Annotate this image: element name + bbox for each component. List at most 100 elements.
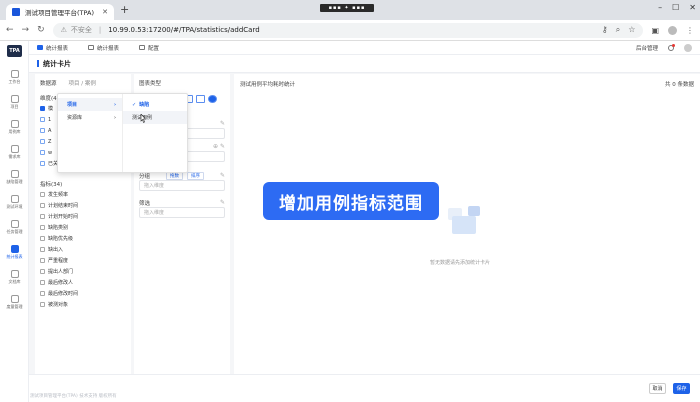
- overlay-caption: 增加用例指标范围: [263, 182, 439, 220]
- workbench-icon: [10, 69, 19, 78]
- field-icon: [40, 161, 45, 166]
- user-avatar[interactable]: [684, 43, 692, 52]
- tab-title: 测试项目管理平台(TPA): [25, 9, 94, 17]
- window-controls: – ☐ ✕: [658, 3, 696, 12]
- cascader-option-project[interactable]: 项目 ›: [58, 98, 122, 111]
- check-icon: ✓: [132, 102, 137, 108]
- preview-panel: 测试用例平均耗时统计 共 0 条数据 暂无数据请先添加统计卡片: [234, 74, 700, 388]
- field-icon: [40, 192, 45, 197]
- add-icon[interactable]: ⊕ ✎: [213, 143, 225, 150]
- sidebar-item-statistics[interactable]: 统计报表: [0, 240, 29, 264]
- edit-icon[interactable]: ✎: [220, 199, 225, 206]
- sidebar-item-environment[interactable]: 测试环境: [0, 190, 29, 214]
- sidebar-item-cases[interactable]: 用例库: [0, 115, 29, 139]
- metric-item[interactable]: 计划结束时间: [40, 200, 126, 211]
- app-topbar: 统计报表 统计报表 配置 后台管理: [29, 41, 700, 55]
- cascader-option-resource[interactable]: 资源库 ›: [58, 111, 122, 124]
- key-icon[interactable]: ⚷: [602, 25, 608, 35]
- metric-item[interactable]: 缺出入: [40, 244, 126, 255]
- field-icon: [40, 280, 45, 285]
- docs-icon: [10, 269, 19, 278]
- filter-drop-zone[interactable]: 拖入维度: [139, 207, 225, 218]
- url-separator: |: [98, 26, 102, 34]
- sidebar-item-project[interactable]: 项目: [0, 90, 29, 114]
- metric-item[interactable]: 缺陷优先级: [40, 233, 126, 244]
- zoom-icon[interactable]: ⌕: [616, 25, 620, 35]
- sidebar-item-requirements[interactable]: 需求库: [0, 140, 29, 164]
- insecure-icon: ⚠: [60, 26, 67, 34]
- datasource-cascader: 项目› 资源库› ✓缺陷 测试用例: [57, 93, 188, 173]
- cancel-button[interactable]: 取消: [649, 383, 666, 394]
- field-icon: [40, 302, 45, 307]
- filter-row: 筛选 ✎: [139, 199, 225, 207]
- metric-item[interactable]: 计划开始时间: [40, 211, 126, 222]
- top-tab-statistics-2[interactable]: 统计报表: [88, 44, 119, 52]
- reload-icon[interactable]: ↻: [37, 25, 45, 35]
- bell-icon[interactable]: [668, 43, 675, 51]
- metric-item[interactable]: 发生频率: [40, 189, 126, 200]
- media-control-bar[interactable]: ▪▪▪ ✦ ▪▪▪: [320, 4, 374, 12]
- field-icon: [40, 106, 45, 111]
- admin-link[interactable]: 后台管理: [636, 44, 658, 52]
- metric-item[interactable]: 缺陷类别: [40, 222, 126, 233]
- requirements-icon: [10, 144, 19, 153]
- chevron-right-icon: ›: [113, 101, 116, 108]
- field-icon: [40, 139, 45, 144]
- field-icon: [40, 214, 45, 219]
- cases-icon: [10, 119, 19, 128]
- sidebar-item-metrics[interactable]: 度量管理: [0, 290, 29, 314]
- app-sidebar: TPA 工作台 项目 用例库 需求库 缺陷管理 测试环境 任务管理 统计报表 文…: [0, 41, 29, 402]
- url-input[interactable]: ⚠ 不安全 | 10.99.0.53:17200/#/TPA/statistic…: [52, 22, 644, 38]
- top-tab-statistics[interactable]: 统计报表: [37, 44, 68, 52]
- datasource-select[interactable]: 项目 / 案例: [69, 79, 96, 87]
- metric-item[interactable]: 严重程度: [40, 255, 126, 266]
- field-icon: [40, 225, 45, 230]
- close-tab-icon[interactable]: ✕: [102, 8, 108, 16]
- metric-item[interactable]: 提出人部门: [40, 266, 126, 277]
- metrics-icon: [10, 294, 19, 303]
- url-text: 10.99.0.53:17200/#/TPA/statistics/addCar…: [108, 26, 260, 34]
- defects-icon: [10, 169, 19, 178]
- config-icon: [139, 45, 146, 50]
- cascader-option-defect[interactable]: ✓ 缺陷: [123, 98, 187, 111]
- browser-tab-bar: 测试项目管理平台(TPA) ✕ + ▪▪▪ ✦ ▪▪▪ – ☐ ✕: [0, 0, 700, 20]
- statistics-icon: [10, 244, 19, 253]
- sidebar-item-tasks[interactable]: 任务管理: [0, 215, 29, 239]
- group-drop-zone[interactable]: 拖入维度: [139, 180, 225, 191]
- favicon-icon: [12, 8, 20, 16]
- datasource-row: 数据源 项目 / 案例: [40, 78, 126, 88]
- mouse-cursor-icon: [140, 114, 146, 123]
- close-window-icon[interactable]: ✕: [689, 3, 696, 12]
- minimize-icon[interactable]: –: [658, 3, 662, 12]
- bookmark-star-icon[interactable]: ☆: [628, 25, 635, 35]
- footer-bar: 取消 保存: [29, 374, 700, 402]
- save-button[interactable]: 保存: [673, 383, 690, 394]
- address-bar: ← → ↻ ⚠ 不安全 | 10.99.0.53:17200/#/TPA/sta…: [0, 20, 700, 41]
- cascader-level-2: ✓缺陷 测试用例: [123, 94, 187, 172]
- sidebar-item-defects[interactable]: 缺陷管理: [0, 165, 29, 189]
- cascader-option-testcase[interactable]: 测试用例: [123, 111, 187, 124]
- empty-box-main: [452, 216, 476, 234]
- maximize-icon[interactable]: ☐: [672, 3, 679, 12]
- top-tab-config[interactable]: 配置: [139, 44, 159, 52]
- forward-icon[interactable]: →: [22, 25, 30, 35]
- new-tab-icon[interactable]: +: [120, 4, 129, 15]
- metric-item[interactable]: 被测对象: [40, 299, 126, 310]
- back-icon[interactable]: ←: [6, 25, 14, 35]
- extensions-icon[interactable]: ▣: [651, 26, 659, 35]
- sidebar-item-docs[interactable]: 文档库: [0, 265, 29, 289]
- profile-avatar[interactable]: [668, 25, 677, 35]
- group-option-sort[interactable]: 排序: [186, 171, 204, 180]
- menu-icon[interactable]: ⋮: [686, 26, 694, 35]
- edit-icon[interactable]: ✎: [220, 172, 225, 179]
- field-icon: [40, 236, 45, 241]
- empty-text: 暂无数据请先添加统计卡片: [430, 260, 491, 266]
- metric-item[interactable]: 最后修改时间: [40, 288, 126, 299]
- browser-tab[interactable]: 测试项目管理平台(TPA) ✕: [6, 4, 114, 20]
- table-chart-icon[interactable]: [196, 95, 205, 103]
- metric-item[interactable]: 最后修改人: [40, 277, 126, 288]
- pie-chart-icon[interactable]: [208, 95, 217, 103]
- insecure-label: 不安全: [70, 26, 92, 34]
- pin-icon[interactable]: ✎: [220, 120, 225, 127]
- sidebar-item-workbench[interactable]: 工作台: [0, 65, 29, 89]
